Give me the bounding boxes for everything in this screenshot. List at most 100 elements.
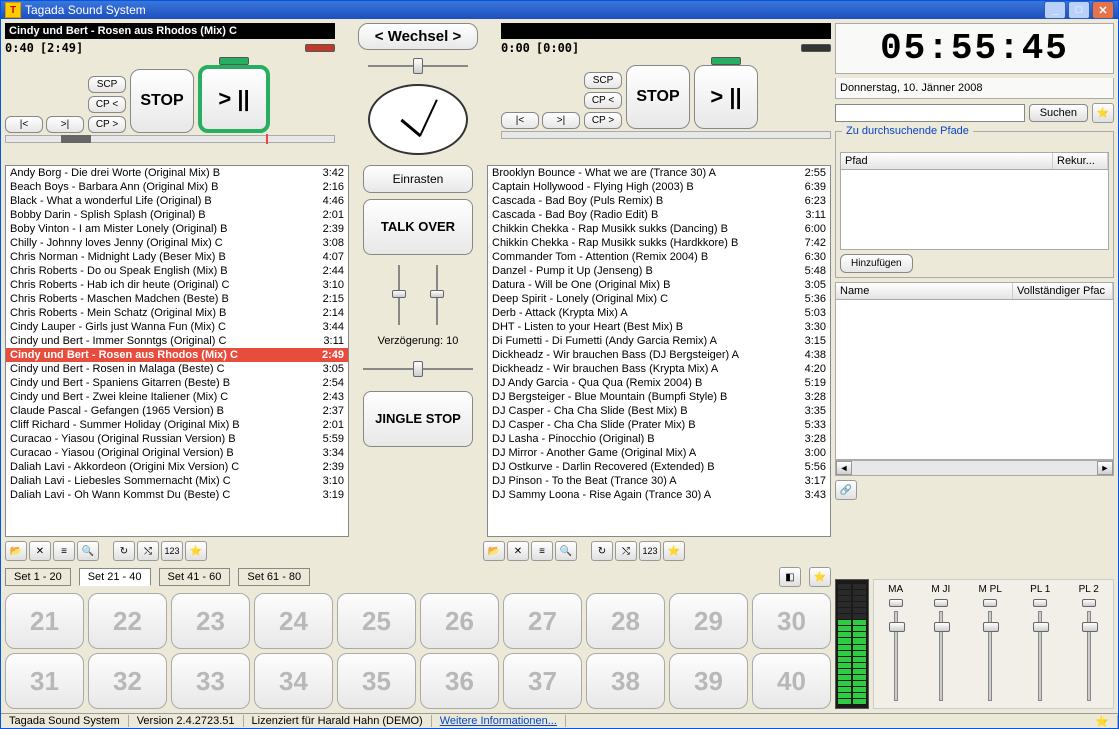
jingle-button[interactable]: 21 <box>5 593 84 649</box>
playlist-row[interactable]: Boby Vinton - I am Mister Lonely (Origin… <box>6 222 348 236</box>
playlist-row[interactable]: DJ Pinson - To the Beat (Trance 30) A3:1… <box>488 474 830 488</box>
jingle-button[interactable]: 24 <box>254 593 333 649</box>
deck-a-cp-left[interactable]: CP < <box>88 96 126 113</box>
jingle-button[interactable]: 36 <box>420 653 499 709</box>
open-icon-b[interactable]: 📂 <box>483 541 505 561</box>
deck-b-play[interactable]: > || <box>694 65 758 129</box>
jingle-button[interactable]: 31 <box>5 653 84 709</box>
playlist-row[interactable]: Dickheadz - Wir brauchen Bass (DJ Bergst… <box>488 348 830 362</box>
playlist-row[interactable]: DJ Mirror - Another Game (Original Mix) … <box>488 446 830 460</box>
set-tab[interactable]: Set 21 - 40 <box>79 568 151 586</box>
jingle-button[interactable]: 29 <box>669 593 748 649</box>
star-icon-b[interactable]: ⭐ <box>663 541 685 561</box>
playlist-row[interactable]: Cindy und Bert - Rosen in Malaga (Beste)… <box>6 362 348 376</box>
playlist-row[interactable]: Chikkin Chekka - Rap Musikk sukks (Hardk… <box>488 236 830 250</box>
playlist-row[interactable]: Chris Roberts - Hab ich dir heute (Origi… <box>6 278 348 292</box>
mixer-knob[interactable] <box>983 599 997 607</box>
playlist-row[interactable]: Claude Pascal - Gefangen (1965 Version) … <box>6 404 348 418</box>
set-tab[interactable]: Set 41 - 60 <box>159 568 231 586</box>
maximize-button[interactable]: □ <box>1068 1 1090 19</box>
deck-b-cp-right[interactable]: CP > <box>584 112 622 129</box>
delete-icon[interactable]: ✕ <box>29 541 51 561</box>
jingle-button[interactable]: 30 <box>752 593 831 649</box>
close-button[interactable]: ✕ <box>1092 1 1114 19</box>
search-button[interactable]: Suchen <box>1029 104 1088 122</box>
paths-col-rekur[interactable]: Rekur... <box>1053 153 1108 169</box>
minimize-button[interactable]: _ <box>1044 1 1066 19</box>
deck-a-prev[interactable]: |< <box>5 116 43 133</box>
paths-col-pfad[interactable]: Pfad <box>841 153 1053 169</box>
playlist-row[interactable]: Chris Roberts - Do ou Speak English (Mix… <box>6 264 348 278</box>
jingle-button[interactable]: 37 <box>503 653 582 709</box>
paths-list[interactable] <box>840 170 1109 250</box>
jingle-button[interactable]: 34 <box>254 653 333 709</box>
playlist-row[interactable]: Cindy und Bert - Immer Sonntgs (Original… <box>6 334 348 348</box>
jingle-button[interactable]: 26 <box>420 593 499 649</box>
set-tab[interactable]: Set 61 - 80 <box>238 568 310 586</box>
results-list[interactable] <box>835 300 1114 460</box>
shuffle-icon-b[interactable]: ⤭ <box>615 541 637 561</box>
playlist-row[interactable]: Chilly - Johnny loves Jenny (Original Mi… <box>6 236 348 250</box>
playlist-row[interactable]: Daliah Lavi - Liebesles Sommernacht (Mix… <box>6 474 348 488</box>
open-icon[interactable]: 📂 <box>5 541 27 561</box>
playlist-row[interactable]: Dickheadz - Wir brauchen Bass (Krypta Mi… <box>488 362 830 376</box>
add-path-button[interactable]: Hinzufügen <box>840 254 913 273</box>
search-opts-icon[interactable]: ⭐ <box>1092 103 1114 123</box>
jingle-button[interactable]: 27 <box>503 593 582 649</box>
deck-a-cp-right[interactable]: CP > <box>88 116 126 133</box>
deck-a-play[interactable]: > || <box>198 65 270 133</box>
playlist-row[interactable]: Derb - Attack (Krypta Mix) A5:03 <box>488 306 830 320</box>
playlist-row[interactable]: Datura - Will be One (Original Mix) B3:0… <box>488 278 830 292</box>
deck-a-stop[interactable]: STOP <box>130 69 194 133</box>
mixer-knob[interactable] <box>889 599 903 607</box>
jingle-button[interactable]: 33 <box>171 653 250 709</box>
playlist-row[interactable]: DJ Ostkurve - Darlin Recovered (Extended… <box>488 460 830 474</box>
playlist-row[interactable]: Chikkin Chekka - Rap Musikk sukks (Danci… <box>488 222 830 236</box>
playlist-row[interactable]: Di Fumetti - Di Fumetti (Andy Garcia Rem… <box>488 334 830 348</box>
results-scroll[interactable]: ◄► <box>835 460 1114 476</box>
list-icon[interactable]: ≡ <box>53 541 75 561</box>
mid-slider-2[interactable] <box>428 265 446 325</box>
jingle-button[interactable]: 35 <box>337 653 416 709</box>
mixer-fader[interactable] <box>1038 611 1042 701</box>
einrasten-button[interactable]: Einrasten <box>363 165 473 193</box>
net-icon[interactable]: 🔗 <box>835 480 857 500</box>
list-icon-b[interactable]: ≡ <box>531 541 553 561</box>
jingle-button[interactable]: 23 <box>171 593 250 649</box>
playlist-row[interactable]: Cascada - Bad Boy (Puls Remix) B6:23 <box>488 194 830 208</box>
results-col-path[interactable]: Vollständiger Pfac <box>1013 283 1113 299</box>
mid-slider-1[interactable] <box>390 265 408 325</box>
playlist-b[interactable]: Brooklyn Bounce - What we are (Trance 30… <box>487 165 831 537</box>
jingle-button[interactable]: 32 <box>88 653 167 709</box>
deck-b-next[interactable]: >| <box>542 112 580 129</box>
playlist-row[interactable]: Cascada - Bad Boy (Radio Edit) B3:11 <box>488 208 830 222</box>
playlist-row[interactable]: Brooklyn Bounce - What we are (Trance 30… <box>488 166 830 180</box>
playlist-row[interactable]: Bobby Darin - Splish Splash (Original) B… <box>6 208 348 222</box>
playlist-row[interactable]: Chris Roberts - Mein Schatz (Original Mi… <box>6 306 348 320</box>
mixer-fader[interactable] <box>939 611 943 701</box>
playlist-row[interactable]: Chris Roberts - Maschen Madchen (Beste) … <box>6 292 348 306</box>
crossfader[interactable] <box>368 56 468 70</box>
playlist-a[interactable]: Andy Borg - Die drei Worte (Original Mix… <box>5 165 349 537</box>
playlist-row[interactable]: Deep Spirit - Lonely (Original Mix) C5:3… <box>488 292 830 306</box>
playlist-row[interactable]: Curacao - Yiasou (Original Original Vers… <box>6 446 348 460</box>
search-input[interactable] <box>835 104 1025 122</box>
deck-b-prev[interactable]: |< <box>501 112 539 129</box>
deck-b-stop[interactable]: STOP <box>626 65 690 129</box>
playlist-row[interactable]: Danzel - Pump it Up (Jenseng) B5:48 <box>488 264 830 278</box>
jingle-button[interactable]: 40 <box>752 653 831 709</box>
playlist-row[interactable]: Daliah Lavi - Akkordeon (Origini Mix Ver… <box>6 460 348 474</box>
star-icon[interactable]: ⭐ <box>185 541 207 561</box>
status-tray-icon[interactable]: ⭐ <box>1087 715 1118 728</box>
mixer-knob[interactable] <box>1033 599 1047 607</box>
mixer-knob[interactable] <box>1082 599 1096 607</box>
playlist-row[interactable]: Chris Norman - Midnight Lady (Beser Mix)… <box>6 250 348 264</box>
playlist-row[interactable]: Cindy und Bert - Zwei kleine Italiener (… <box>6 390 348 404</box>
jingle-button[interactable]: 25 <box>337 593 416 649</box>
playlist-row[interactable]: Captain Hollywood - Flying High (2003) B… <box>488 180 830 194</box>
mixer-fader[interactable] <box>894 611 898 701</box>
deck-b-scp[interactable]: SCP <box>584 72 622 89</box>
playlist-row[interactable]: Beach Boys - Barbara Ann (Original Mix) … <box>6 180 348 194</box>
mixer-fader[interactable] <box>988 611 992 701</box>
status-link[interactable]: Weitere Informationen... <box>440 715 557 727</box>
